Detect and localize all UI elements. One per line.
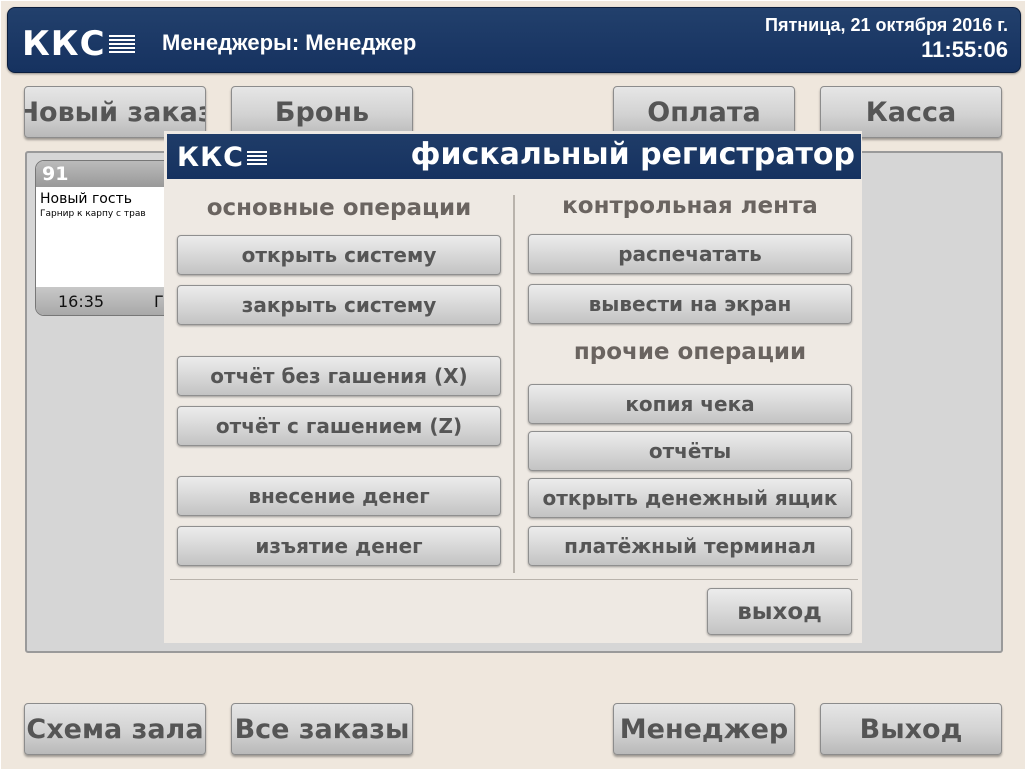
- order-time: 16:35: [58, 292, 105, 311]
- reports-button[interactable]: отчёты: [528, 431, 852, 471]
- x-report-button[interactable]: отчёт без гашения (X): [177, 356, 501, 396]
- current-time: 11:55:06: [921, 37, 1008, 62]
- fiscal-registrar-dialog: ККС фискальный регистратор основные опер…: [164, 131, 862, 643]
- dialog-logo-lines-icon: [246, 149, 267, 167]
- exit-button[interactable]: Выход: [820, 703, 1002, 755]
- print-tape-button[interactable]: распечатать: [528, 234, 852, 274]
- dialog-kks-logo: ККС: [177, 142, 267, 173]
- dialog-header: ККС фискальный регистратор: [167, 134, 861, 179]
- dialog-title: фискальный регистратор: [410, 137, 855, 172]
- payment-terminal-button[interactable]: платёжный терминал: [528, 526, 852, 566]
- open-system-button[interactable]: открыть систему: [177, 235, 501, 275]
- manager-button[interactable]: Менеджер: [613, 703, 795, 755]
- show-tape-button[interactable]: вывести на экран: [528, 284, 852, 324]
- all-orders-button[interactable]: Все заказы: [231, 703, 413, 755]
- close-system-button[interactable]: закрыть систему: [177, 285, 501, 325]
- open-drawer-button[interactable]: открыть денежный ящик: [528, 478, 852, 518]
- hall-scheme-button[interactable]: Схема зала: [24, 703, 206, 755]
- order-number: 91: [42, 163, 69, 185]
- order-dish: Гарнир к карпу с трав: [40, 209, 146, 219]
- other-ops-heading: прочие операции: [573, 339, 807, 365]
- cash-out-button[interactable]: изъятие денег: [177, 526, 501, 566]
- order-card-footer: 16:35 Г: [36, 287, 174, 315]
- column-divider: [513, 195, 515, 573]
- order-guest: Новый гость: [40, 191, 132, 207]
- main-ops-heading: основные операции: [206, 195, 472, 221]
- logo-text: ККС: [22, 24, 106, 64]
- user-title: Менеджеры: Менеджер: [162, 30, 417, 55]
- order-card-header: 91: [36, 161, 174, 187]
- control-tape-heading: контрольная лента: [562, 193, 818, 219]
- dialog-logo-text: ККС: [177, 142, 244, 173]
- top-header: ККС Менеджеры: Менеджер Пятница, 21 октя…: [7, 7, 1021, 73]
- order-card[interactable]: 91 Новый гость Гарнир к карпу с трав 16:…: [35, 160, 175, 316]
- footer-divider: [170, 579, 858, 580]
- logo-lines-icon: [108, 33, 135, 55]
- dialog-exit-button[interactable]: выход: [707, 588, 852, 635]
- current-date: Пятница, 21 октября 2016 г.: [765, 15, 1008, 35]
- receipt-copy-button[interactable]: копия чека: [528, 384, 852, 424]
- cash-in-button[interactable]: внесение денег: [177, 476, 501, 516]
- order-extra: Г: [154, 292, 164, 311]
- z-report-button[interactable]: отчёт с гашением (Z): [177, 406, 501, 446]
- kks-logo: ККС: [22, 24, 135, 64]
- app-screen: ККС Менеджеры: Менеджер Пятница, 21 октя…: [1, 1, 1025, 769]
